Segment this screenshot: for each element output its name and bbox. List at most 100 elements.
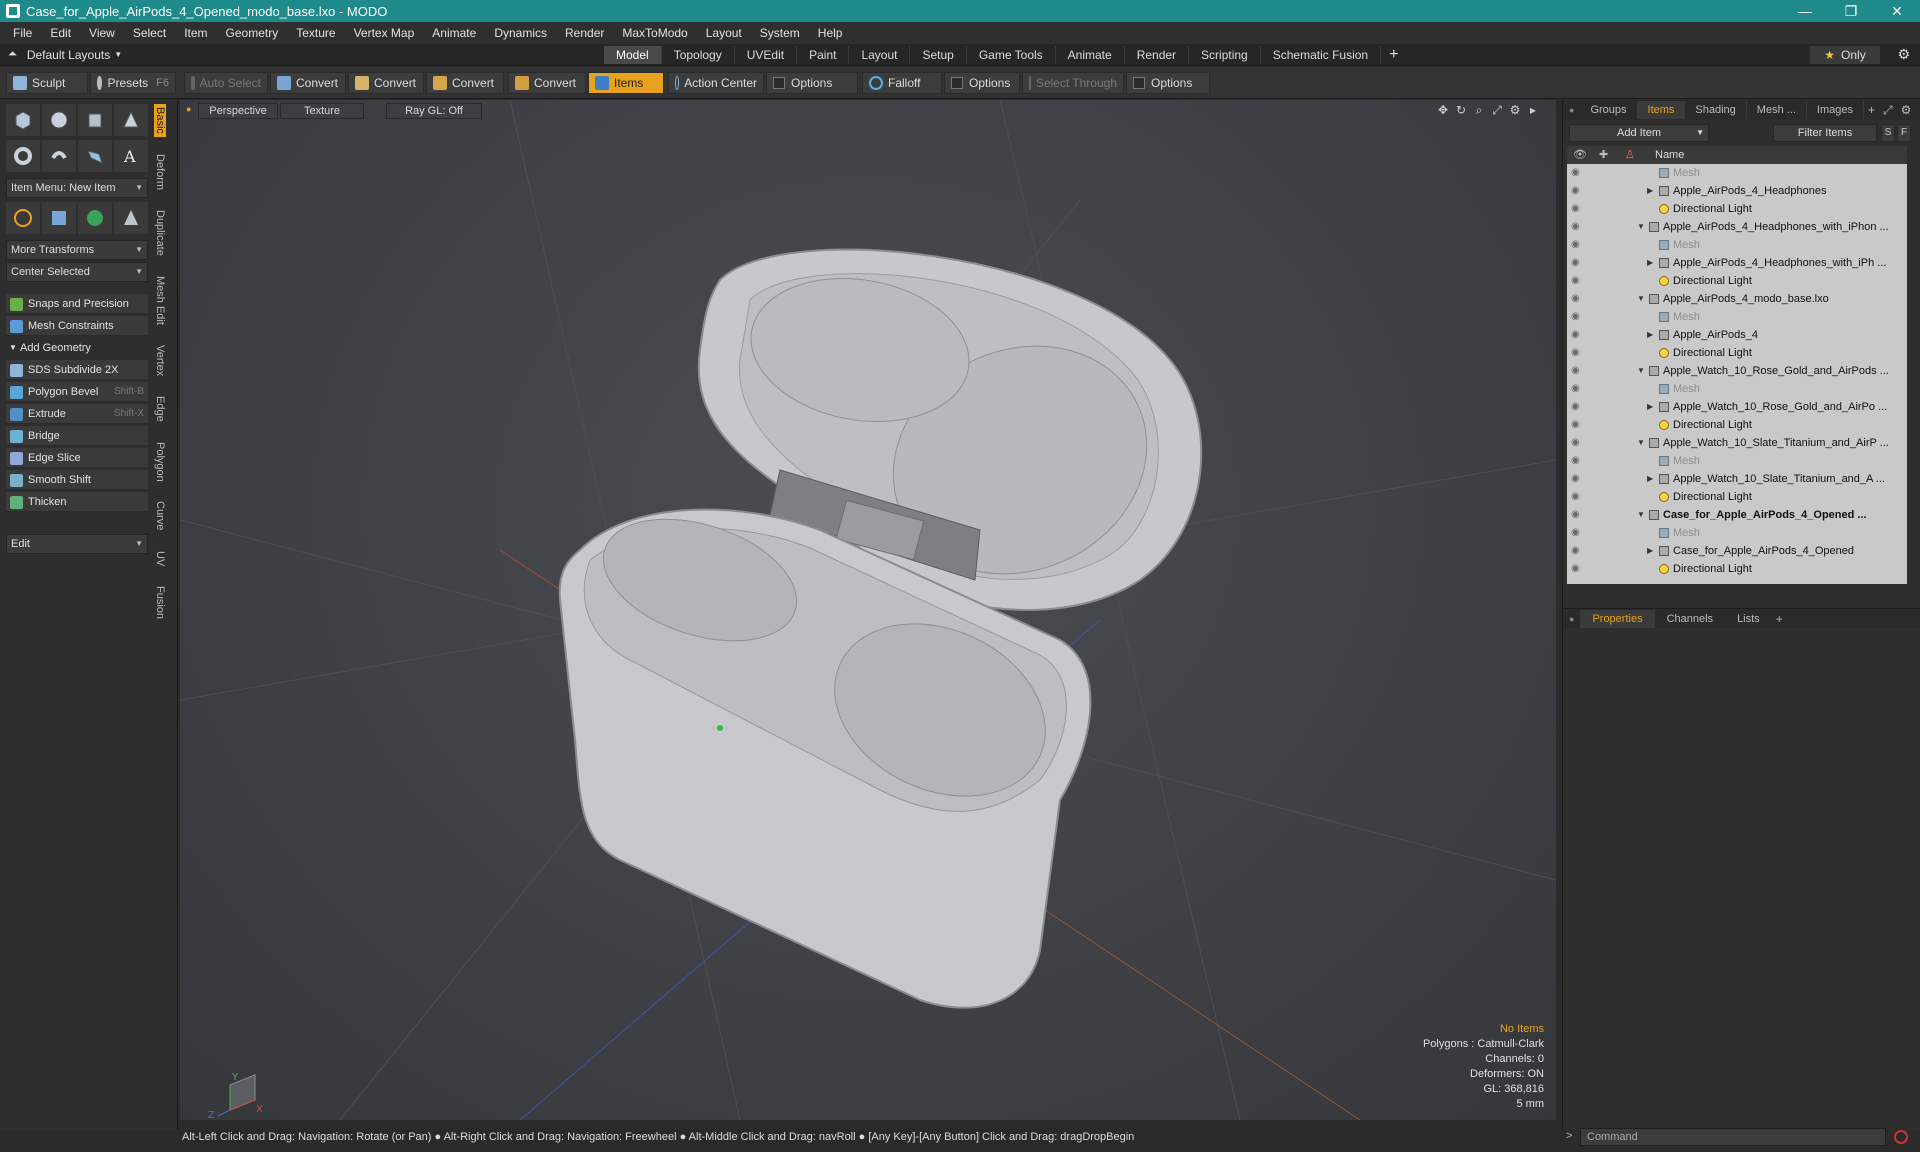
filter-items-input[interactable]: Filter Items bbox=[1773, 124, 1877, 142]
options-button-3[interactable]: Options bbox=[1126, 72, 1210, 94]
tab-layout[interactable]: Layout bbox=[849, 46, 911, 64]
expand-panel-icon[interactable]: ⤢ bbox=[1879, 103, 1897, 118]
tree-row[interactable]: ◉ Mesh bbox=[1567, 308, 1907, 326]
vtab-curve[interactable]: Curve bbox=[154, 498, 166, 533]
vtab-duplicate[interactable]: Duplicate bbox=[154, 207, 166, 259]
tree-row[interactable]: ◉ Mesh bbox=[1567, 236, 1907, 254]
cube-icon[interactable] bbox=[6, 104, 40, 136]
polygon-bevel-button[interactable]: Polygon Bevel Shift-B bbox=[6, 382, 148, 402]
tree-row[interactable]: ◉ ▶ Apple_AirPods_4_Headphones bbox=[1567, 182, 1907, 200]
tree-row[interactable]: ◉ Directional Light bbox=[1567, 416, 1907, 434]
vtab-vertex[interactable]: Vertex bbox=[154, 342, 166, 379]
cylinder-icon[interactable] bbox=[78, 104, 112, 136]
default-layouts-dropdown[interactable]: ⏶ Default Layouts ▼ bbox=[8, 48, 168, 62]
vtab-polygon[interactable]: Polygon bbox=[154, 439, 166, 485]
tree-scroll-divider[interactable] bbox=[1567, 588, 1907, 598]
tree-row[interactable]: ◉ ▼ Case_for_Apple_AirPods_4_Opened ... bbox=[1567, 506, 1907, 524]
pen-icon[interactable] bbox=[78, 140, 112, 172]
tree-row[interactable]: ◉ Directional Light bbox=[1567, 560, 1907, 578]
visibility-eye-icon[interactable]: ◉ bbox=[1571, 506, 1585, 524]
auto-select-button[interactable]: Auto Select bbox=[184, 72, 268, 94]
cone-icon[interactable] bbox=[114, 104, 148, 136]
add-tab-icon[interactable]: + bbox=[1381, 46, 1406, 64]
add-tab-icon[interactable]: + bbox=[1864, 103, 1879, 117]
edge-slice-button[interactable]: Edge Slice bbox=[6, 448, 148, 468]
expand-arrow-icon[interactable]: ▶ bbox=[1647, 470, 1653, 488]
tree-row[interactable]: ◉ Mesh bbox=[1567, 380, 1907, 398]
visibility-eye-icon[interactable]: ◉ bbox=[1571, 380, 1585, 398]
options-button-1[interactable]: Options bbox=[766, 72, 858, 94]
vtab-mesh-edit[interactable]: Mesh Edit bbox=[154, 273, 166, 328]
menu-item[interactable]: Item bbox=[175, 22, 216, 44]
panel-menu-icon[interactable]: ● bbox=[1563, 614, 1580, 624]
tab-model[interactable]: Model bbox=[604, 46, 662, 64]
tab-uvedit[interactable]: UVEdit bbox=[735, 46, 798, 64]
menu-edit[interactable]: Edit bbox=[41, 22, 80, 44]
menu-view[interactable]: View bbox=[80, 22, 124, 44]
grid-icon[interactable] bbox=[42, 202, 76, 234]
s-filter-button[interactable]: S bbox=[1881, 124, 1895, 142]
visibility-eye-icon[interactable]: ◉ bbox=[1571, 362, 1585, 380]
tree-row[interactable]: ◉ ▶ Apple_Watch_10_Rose_Gold_and_AirPo ... bbox=[1567, 398, 1907, 416]
select-through-button[interactable]: Select Through bbox=[1022, 72, 1124, 94]
tab-game-tools[interactable]: Game Tools bbox=[967, 46, 1056, 64]
sculpt-button[interactable]: Sculpt bbox=[6, 72, 88, 94]
vtab-deform[interactable]: Deform bbox=[154, 151, 166, 193]
sphere-icon[interactable] bbox=[42, 104, 76, 136]
minimize-button[interactable]: — bbox=[1782, 0, 1828, 22]
add-tab-icon[interactable]: + bbox=[1772, 612, 1787, 626]
convert-polygons-button[interactable]: Convert bbox=[426, 72, 504, 94]
capsule-icon[interactable] bbox=[42, 140, 76, 172]
tab-animate[interactable]: Animate bbox=[1056, 46, 1125, 64]
close-button[interactable]: ✕ bbox=[1874, 0, 1920, 22]
tree-row[interactable]: ◉ Mesh bbox=[1567, 524, 1907, 542]
visibility-eye-icon[interactable]: ◉ bbox=[1571, 398, 1585, 416]
transform-icon[interactable] bbox=[6, 202, 40, 234]
options-checkbox-1[interactable] bbox=[773, 77, 785, 89]
tab-topology[interactable]: Topology bbox=[662, 46, 735, 64]
mesh-constraints-button[interactable]: Mesh Constraints bbox=[6, 316, 148, 336]
torus-icon[interactable] bbox=[6, 140, 40, 172]
extrude-button[interactable]: Extrude Shift-X bbox=[6, 404, 148, 424]
tree-row[interactable]: ◉ ▶ Apple_AirPods_4 bbox=[1567, 326, 1907, 344]
tree-row[interactable]: ◉ ▼ Apple_AirPods_4_Headphones_with_iPhon … bbox=[1567, 218, 1907, 236]
visibility-eye-icon[interactable]: ◉ bbox=[1571, 344, 1585, 362]
tab-shading[interactable]: Shading bbox=[1685, 101, 1747, 119]
convert-vertices-button[interactable]: Convert bbox=[270, 72, 346, 94]
f-filter-button[interactable]: F bbox=[1897, 124, 1911, 142]
pyramid-icon[interactable] bbox=[114, 202, 148, 234]
visibility-eye-icon[interactable]: ◉ bbox=[1571, 182, 1585, 200]
visibility-eye-icon[interactable]: ◉ bbox=[1571, 488, 1585, 506]
edit-dropdown[interactable]: Edit bbox=[6, 534, 148, 554]
expand-arrow-icon[interactable]: ▼ bbox=[1637, 362, 1645, 380]
visibility-eye-icon[interactable]: ◉ bbox=[1571, 218, 1585, 236]
action-center-button[interactable]: Action Center bbox=[668, 72, 764, 94]
thicken-button[interactable]: Thicken bbox=[6, 492, 148, 512]
expand-arrow-icon[interactable]: ▶ bbox=[1647, 326, 1653, 344]
only-toggle[interactable]: ★ Only bbox=[1810, 46, 1880, 64]
globe-icon[interactable] bbox=[78, 202, 112, 234]
menu-maxtomodo[interactable]: MaxToModo bbox=[613, 22, 696, 44]
maximize-button[interactable]: ❐ bbox=[1828, 0, 1874, 22]
visibility-eye-icon[interactable]: ◉ bbox=[1571, 416, 1585, 434]
tree-row[interactable]: ◉ Directional Light bbox=[1567, 488, 1907, 506]
menu-animate[interactable]: Animate bbox=[423, 22, 485, 44]
tab-channels[interactable]: Channels bbox=[1655, 610, 1725, 628]
tree-row[interactable]: ◉ ▶ Apple_AirPods_4_Headphones_with_iPh ..… bbox=[1567, 254, 1907, 272]
expand-arrow-icon[interactable]: ▶ bbox=[1647, 182, 1653, 200]
visibility-eye-icon[interactable]: ◉ bbox=[1571, 164, 1585, 182]
menu-vertex-map[interactable]: Vertex Map bbox=[345, 22, 424, 44]
tree-row[interactable]: ◉ ▼ Apple_Watch_10_Rose_Gold_and_AirPods .… bbox=[1567, 362, 1907, 380]
visibility-eye-icon[interactable]: ◉ bbox=[1571, 470, 1585, 488]
tab-schematic-fusion[interactable]: Schematic Fusion bbox=[1261, 46, 1382, 64]
options-checkbox-2[interactable] bbox=[951, 77, 963, 89]
menu-file[interactable]: File bbox=[4, 22, 41, 44]
menu-render[interactable]: Render bbox=[556, 22, 613, 44]
tab-mesh[interactable]: Mesh ... bbox=[1747, 101, 1807, 119]
visibility-eye-icon[interactable]: ◉ bbox=[1571, 542, 1585, 560]
expand-arrow-icon[interactable]: ▼ bbox=[1637, 434, 1645, 452]
visibility-eye-icon[interactable]: ◉ bbox=[1571, 452, 1585, 470]
tab-images[interactable]: Images bbox=[1807, 101, 1864, 119]
vtab-basic[interactable]: Basic bbox=[154, 104, 166, 137]
visibility-eye-icon[interactable]: ◉ bbox=[1571, 308, 1585, 326]
